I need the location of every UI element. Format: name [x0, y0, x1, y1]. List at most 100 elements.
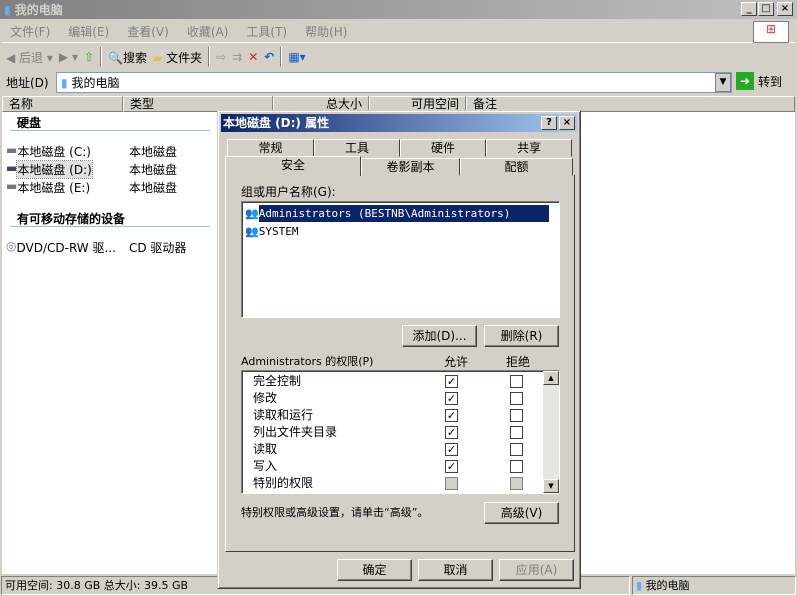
user-item[interactable]: 👥SYSTEM — [245, 223, 298, 240]
address-bar: 地址(D) ▮ 我的电脑 ▼ ➜ 转到 — [2, 71, 795, 94]
back-button[interactable]: ◀ 后退 ▾ — [6, 49, 53, 66]
move-to-icon[interactable]: ⇨ — [216, 50, 226, 64]
title-bar: ▮ 我的电脑 _ □ × — [0, 0, 797, 19]
maximize-button[interactable]: □ — [758, 2, 774, 16]
allow-checkbox[interactable]: ✓ — [445, 460, 458, 473]
tab-tools[interactable]: 工具 — [314, 139, 400, 157]
security-panel: 组或用户名称(G): 👥Administrators (BESTNB\Admin… — [225, 174, 575, 552]
allow-checkbox[interactable]: ✓ — [445, 392, 458, 405]
menu-help[interactable]: 帮助(H) — [305, 23, 347, 40]
status-right: ▮ 我的电脑 — [632, 576, 796, 595]
group-header-removable: 有可移动存储的设备 — [17, 212, 126, 226]
tab-hardware[interactable]: 硬件 — [400, 139, 486, 157]
views-icon[interactable]: ▦▾ — [288, 50, 305, 64]
allow-checkbox[interactable]: ✓ — [445, 443, 458, 456]
undo-icon[interactable]: ↶ — [264, 50, 274, 64]
copy-to-icon[interactable]: ⇉ — [232, 50, 242, 64]
group-header-hard-disks: 硬盘 — [17, 116, 42, 130]
folders-button[interactable]: ▰ 文件夹 — [153, 49, 202, 66]
permission-name: 完全控制 — [253, 374, 302, 388]
address-input[interactable]: ▮ 我的电脑 ▼ — [56, 72, 732, 93]
deny-header: 拒绝 — [506, 355, 531, 369]
permission-name: 读取和运行 — [253, 408, 314, 422]
ok-button[interactable]: 确定 — [337, 559, 412, 581]
scrollbar[interactable]: ▲ ▼ — [543, 371, 559, 493]
permission-name: 列出文件夹目录 — [253, 425, 338, 439]
permission-row: 读取和运行 — [253, 407, 313, 424]
window-title: 我的电脑 — [14, 3, 63, 17]
menu-file[interactable]: 文件(F) — [10, 23, 50, 40]
group-icon: 👥 — [245, 207, 259, 220]
deny-checkbox[interactable] — [510, 460, 523, 473]
deny-checkbox — [510, 477, 523, 490]
address-label: 地址(D) — [6, 76, 49, 90]
computer-icon: ▮ — [4, 2, 11, 17]
dialog-title-bar: 本地磁盘 (D:) 属性 ? × — [221, 114, 577, 132]
advanced-button[interactable]: 高级(V) — [484, 502, 559, 524]
menu-bar: 文件(F) 编辑(E) 查看(V) 收藏(A) 工具(T) 帮助(H) ⊞ — [2, 21, 795, 43]
permission-row: 完全控制 — [253, 373, 301, 390]
deny-checkbox[interactable] — [510, 409, 523, 422]
delete-icon[interactable]: ✕ — [248, 50, 258, 64]
list-item[interactable]: ▬ 本地磁盘 (C:) 本地磁盘 — [6, 143, 177, 160]
group-icon: 👥 — [245, 225, 259, 238]
remove-button[interactable]: 删除(R) — [484, 325, 559, 347]
search-button[interactable]: 🔍搜索 — [108, 49, 147, 66]
permission-name: 修改 — [253, 391, 278, 405]
list-item[interactable]: ▬ 本地磁盘 (E:) 本地磁盘 — [6, 179, 177, 196]
allow-checkbox — [445, 477, 458, 490]
toolbar: ◀ 后退 ▾ ▶ ▾ ⇧ 🔍搜索 ▰ 文件夹 ⇨ ⇉ ✕ ↶ ▦▾ — [2, 45, 795, 69]
permission-row: 特别的权限 — [253, 475, 313, 492]
permissions-label: Administrators 的权限(P) — [241, 355, 374, 368]
menu-tools[interactable]: 工具(T) — [246, 23, 287, 40]
tab-general[interactable]: 常规 — [227, 139, 314, 157]
deny-checkbox[interactable] — [510, 392, 523, 405]
windows-logo: ⊞ — [753, 21, 789, 43]
minimize-button[interactable]: _ — [741, 2, 757, 16]
forward-button[interactable]: ▶ ▾ — [59, 50, 78, 64]
list-item[interactable]: ◎ DVD/CD-RW 驱... CD 驱动器 — [6, 239, 186, 256]
tab-shadow-copies[interactable]: 卷影副本 — [361, 158, 460, 176]
deny-checkbox[interactable] — [510, 426, 523, 439]
menu-favorites[interactable]: 收藏(A) — [187, 23, 229, 40]
dialog-close-button[interactable]: × — [559, 116, 575, 130]
scroll-down-button[interactable]: ▼ — [543, 479, 559, 493]
users-list[interactable]: 👥Administrators (BESTNB\Administrators) … — [241, 201, 560, 318]
menu-edit[interactable]: 编辑(E) — [68, 23, 109, 40]
tab-sharing[interactable]: 共享 — [486, 139, 572, 157]
drive-icon: ▬ — [6, 143, 18, 157]
allow-checkbox[interactable]: ✓ — [445, 426, 458, 439]
tab-security[interactable]: 安全 — [225, 156, 361, 176]
allow-checkbox[interactable]: ✓ — [445, 409, 458, 422]
add-button[interactable]: 添加(D)... — [402, 325, 477, 347]
scroll-up-button[interactable]: ▲ — [543, 371, 559, 385]
users-label: 组或用户名称(G): — [241, 185, 336, 199]
column-name[interactable]: 名称 — [2, 96, 123, 112]
help-button[interactable]: ? — [541, 116, 557, 130]
permissions-list: ▲ ▼ 完全控制 ✓ 修改 ✓ 读取和运行 ✓ 列出文件夹目录 ✓ 读取 ✓ 写入 ✓ 特别的权限 — [241, 370, 560, 494]
deny-checkbox[interactable] — [510, 443, 523, 456]
go-arrow-icon: ➜ — [736, 72, 754, 90]
permission-name: 特别的权限 — [253, 476, 314, 490]
close-button[interactable]: × — [777, 2, 793, 16]
cancel-button[interactable]: 取消 — [418, 559, 493, 581]
allow-checkbox[interactable]: ✓ — [445, 375, 458, 388]
properties-dialog: 本地磁盘 (D:) 属性 ? × 常规 工具 硬件 共享 组或用户名称(G): … — [217, 110, 581, 589]
menu-view[interactable]: 查看(V) — [127, 23, 169, 40]
permission-name: 读取 — [253, 442, 278, 456]
list-item[interactable]: ▬ 本地磁盘 (D:) 本地磁盘 — [6, 160, 177, 179]
user-item[interactable]: 👥Administrators (BESTNB\Administrators) — [245, 204, 557, 223]
computer-icon: ▮ — [61, 75, 68, 90]
tab-quota[interactable]: 配额 — [460, 158, 573, 176]
cd-drive-icon: ◎ — [6, 239, 17, 253]
advanced-hint: 特别权限或高级设置，请单击“高级”。 — [241, 506, 429, 519]
go-button[interactable]: ➜ 转到 — [736, 72, 782, 90]
permission-row: 列出文件夹目录 — [253, 424, 337, 441]
address-dropdown[interactable]: ▼ — [715, 73, 731, 92]
apply-button[interactable]: 应用(A) — [499, 559, 574, 581]
permission-row: 写入 — [253, 458, 277, 475]
deny-checkbox[interactable] — [510, 375, 523, 388]
drive-icon: ▬ — [6, 179, 18, 193]
permission-name: 写入 — [253, 459, 278, 473]
up-folder-icon[interactable]: ⇧ — [84, 50, 94, 64]
